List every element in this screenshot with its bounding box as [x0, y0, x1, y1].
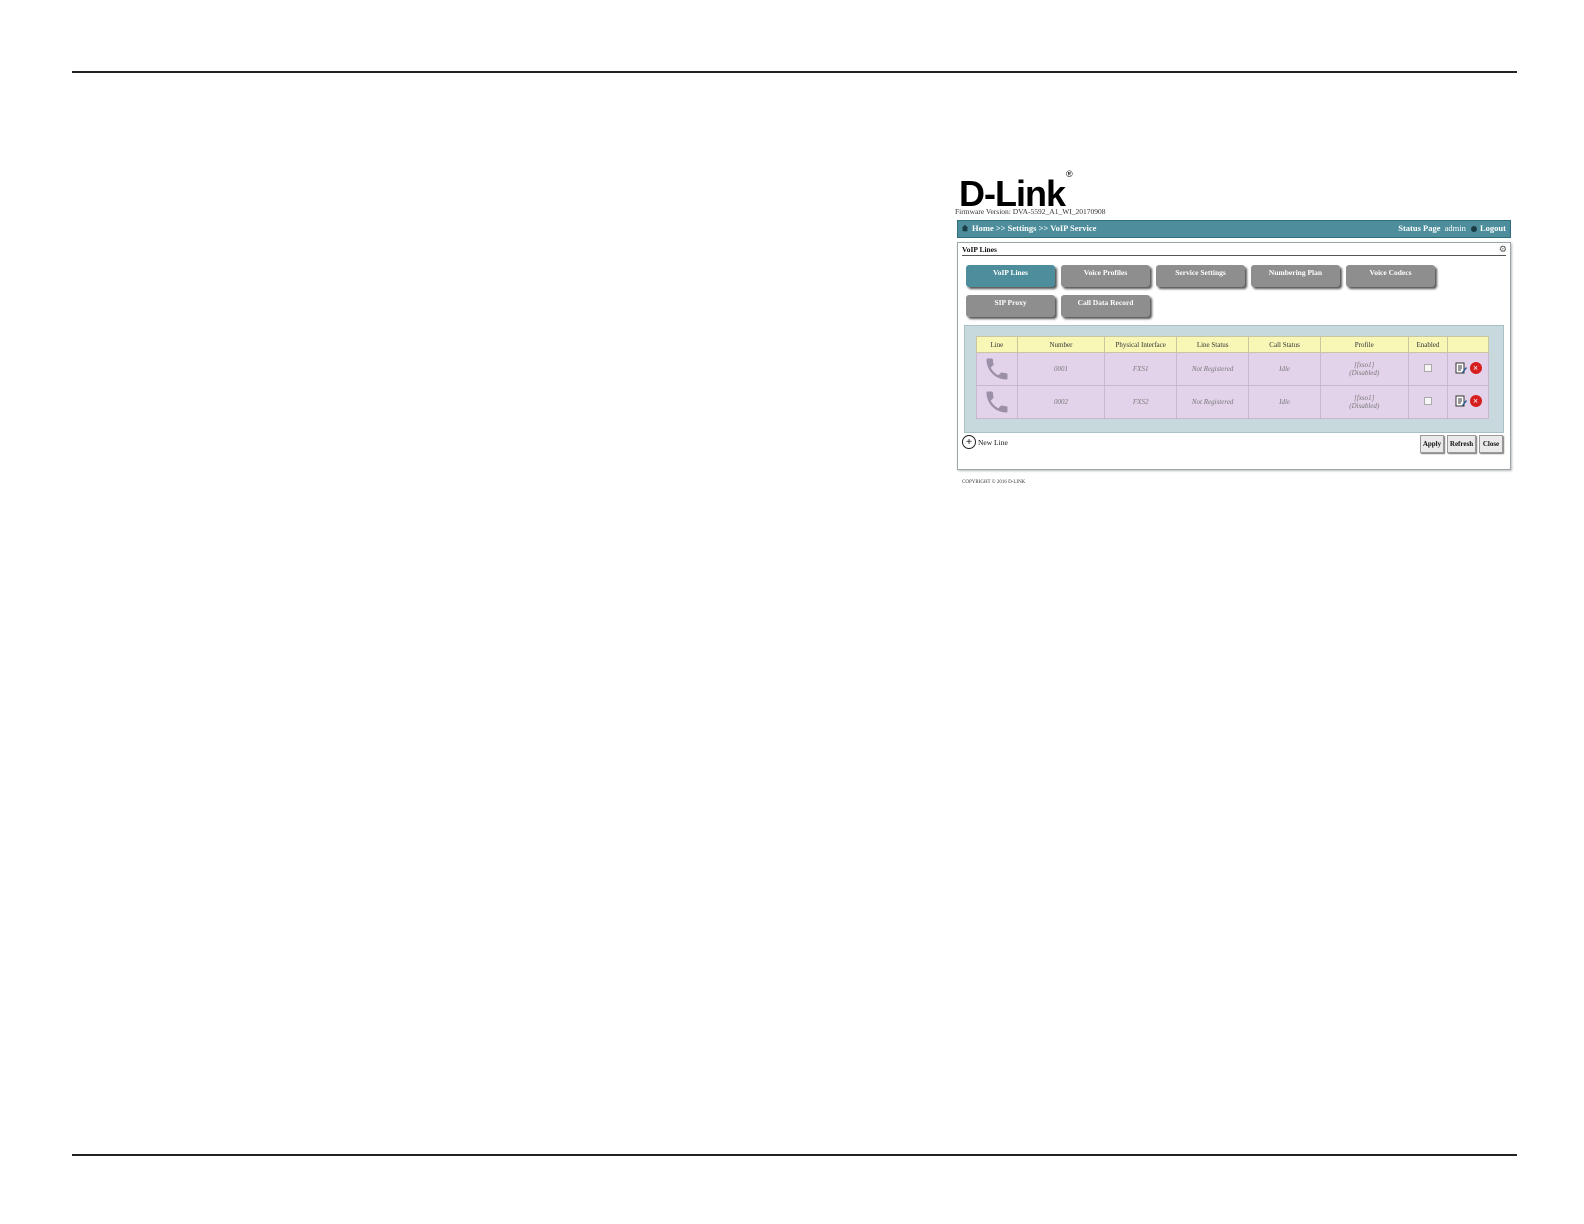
refresh-button[interactable]: Refresh — [1447, 435, 1476, 453]
line-number: 0001 — [1016, 352, 1106, 386]
panel-title: VoIP Lines — [962, 245, 997, 254]
tab-voice-profiles[interactable]: Voice Profiles — [1061, 265, 1150, 287]
firmware-version: Firmware Version: DVA-5592_A1_WI_2017090… — [955, 207, 1106, 216]
page-bottom-rule — [72, 1154, 1517, 1156]
col-physical-interface: Physical Interface — [1104, 336, 1178, 353]
phone-icon — [986, 358, 1008, 380]
phone-icon — [986, 391, 1008, 413]
profile-name: [fxso1] — [1354, 361, 1375, 369]
apply-button[interactable]: Apply — [1420, 435, 1444, 453]
voip-lines-table: Line Number Physical Interface Line Stat… — [976, 336, 1489, 419]
tab-call-data-record[interactable]: Call Data Record — [1061, 295, 1150, 317]
delete-icon[interactable]: × — [1469, 395, 1482, 407]
col-number: Number — [1016, 336, 1106, 353]
line-status: Not Registered — [1176, 385, 1250, 419]
tab-sip-proxy[interactable]: SIP Proxy — [966, 295, 1055, 317]
tab-numbering-plan[interactable]: Numbering Plan — [1251, 265, 1340, 287]
col-profile: Profile — [1319, 336, 1409, 353]
profile-cell: [fxso1] (Disabled) — [1319, 352, 1409, 386]
edit-icon[interactable] — [1455, 395, 1467, 407]
tab-voip-lines[interactable]: VoIP Lines — [966, 265, 1055, 287]
enabled-checkbox[interactable] — [1423, 397, 1432, 405]
profile-state: (Disabled) — [1349, 402, 1380, 410]
tab-service-settings[interactable]: Service Settings — [1156, 265, 1245, 287]
table-header-row: Line Number Physical Interface Line Stat… — [976, 336, 1489, 353]
voip-lines-panel: VoIP Lines ⚙ VoIP Lines Voice Profiles S… — [957, 242, 1511, 470]
copyright: COPYRIGHT © 2016 D-LINK — [962, 480, 1026, 485]
profile-state: (Disabled) — [1349, 369, 1380, 377]
col-line: Line — [976, 336, 1018, 353]
table-row[interactable]: 0001 FXS1 Not Registered Idle [fxso1] (D… — [976, 352, 1489, 386]
call-status: Idle — [1248, 352, 1321, 386]
physical-interface: FXS1 — [1104, 352, 1178, 386]
call-status: Idle — [1248, 385, 1321, 419]
username: admin — [1444, 223, 1466, 233]
page-top-rule — [72, 71, 1517, 73]
enabled-checkbox[interactable] — [1423, 364, 1432, 372]
line-number: 0002 — [1016, 385, 1106, 419]
panel-divider — [962, 255, 1506, 256]
delete-icon[interactable]: × — [1469, 362, 1482, 374]
gear-icon[interactable]: ⚙ — [1499, 244, 1507, 255]
line-status: Not Registered — [1176, 352, 1250, 386]
col-enabled: Enabled — [1407, 336, 1449, 353]
dlink-logo: D-Link® — [959, 169, 1073, 214]
new-line-button[interactable]: + New Line — [962, 435, 1008, 449]
tab-voice-codecs[interactable]: Voice Codecs — [1346, 265, 1435, 287]
lines-table-container: Line Number Physical Interface Line Stat… — [964, 325, 1504, 433]
add-icon: + — [962, 435, 976, 449]
logout-icon — [1471, 226, 1478, 233]
physical-interface: FXS2 — [1104, 385, 1178, 419]
table-row[interactable]: 0002 FXS2 Not Registered Idle [fxso1] (D… — [976, 385, 1489, 419]
logout-link[interactable]: Logout — [1480, 223, 1506, 233]
col-actions — [1447, 336, 1489, 353]
edit-icon[interactable] — [1455, 362, 1467, 374]
breadcrumb[interactable]: Home >> Settings >> VoIP Service — [972, 223, 1096, 233]
top-nav-bar: Home >> Settings >> VoIP Service Status … — [957, 220, 1511, 238]
home-icon[interactable] — [961, 224, 969, 232]
new-line-label: New Line — [978, 437, 1008, 447]
col-line-status: Line Status — [1176, 336, 1250, 353]
status-page-link[interactable]: Status Page — [1398, 223, 1440, 233]
profile-cell: [fxso1] (Disabled) — [1319, 385, 1409, 419]
profile-name: [fxso1] — [1354, 394, 1375, 402]
close-button[interactable]: Close — [1479, 435, 1503, 453]
col-call-status: Call Status — [1248, 336, 1321, 353]
